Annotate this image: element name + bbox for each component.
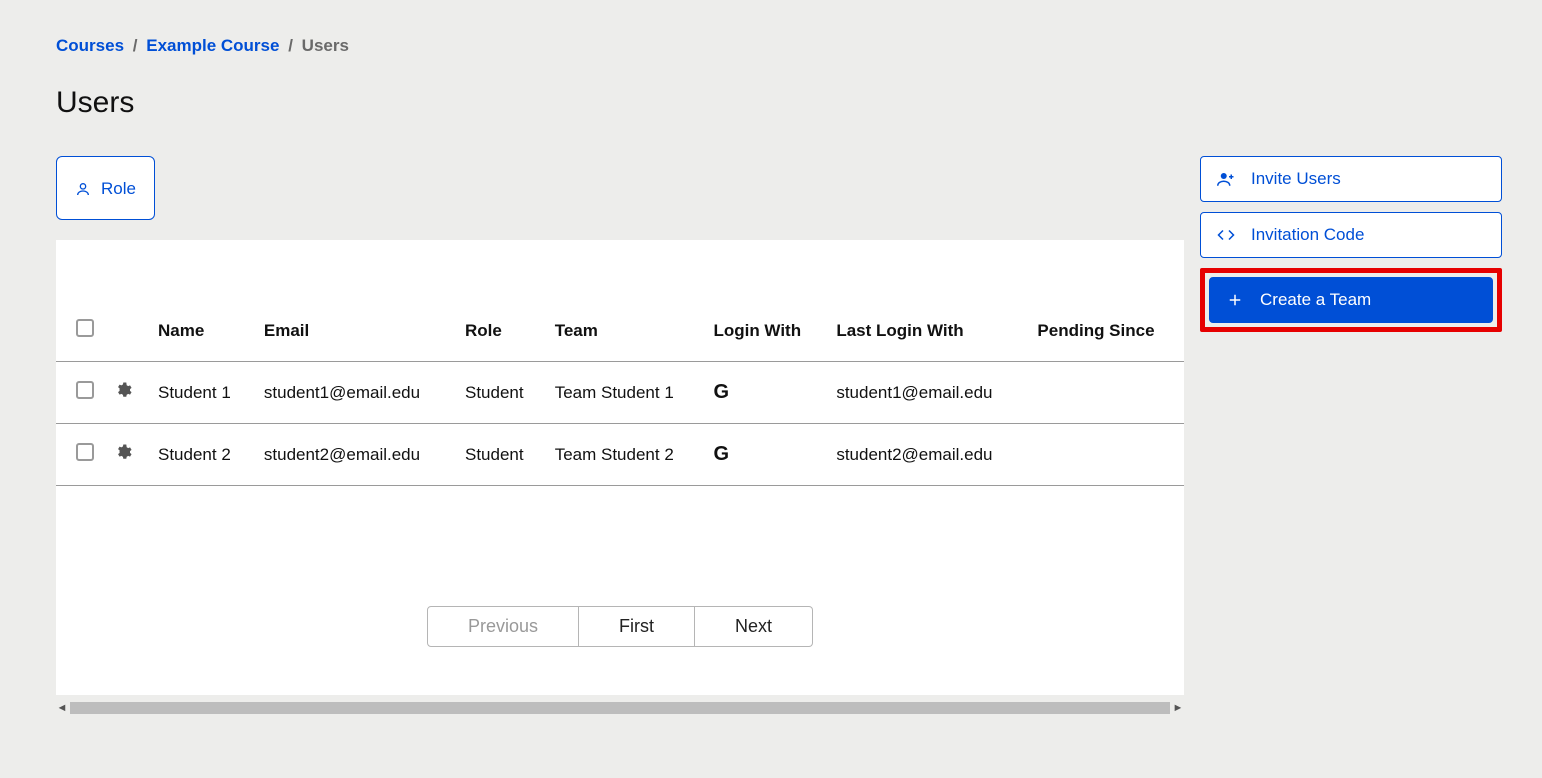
breadcrumb-courses[interactable]: Courses: [56, 36, 124, 55]
breadcrumb-sep: /: [133, 36, 138, 55]
cell-login-with: G: [703, 362, 826, 424]
breadcrumb-sep: /: [288, 36, 293, 55]
col-pending-since: Pending Since: [1027, 300, 1184, 362]
col-last-login-with: Last Login With: [826, 300, 1027, 362]
cell-pending-since: [1027, 362, 1184, 424]
table-header-row: Name Email Role Team Login With Last Log…: [56, 300, 1184, 362]
create-team-button[interactable]: Create a Team: [1209, 277, 1493, 323]
invite-users-label: Invite Users: [1251, 169, 1341, 189]
horizontal-scrollbar[interactable]: ◄ ►: [56, 699, 1184, 717]
cell-team: Team Student 1: [545, 362, 704, 424]
create-team-highlight: Create a Team: [1200, 268, 1502, 332]
breadcrumb-current: Users: [302, 36, 349, 55]
col-team: Team: [545, 300, 704, 362]
row-checkbox[interactable]: [76, 443, 94, 461]
plus-icon: [1226, 291, 1244, 309]
scroll-right-icon[interactable]: ►: [1172, 702, 1184, 714]
page-title: Users: [56, 86, 1502, 120]
users-table: Name Email Role Team Login With Last Log…: [56, 300, 1184, 486]
cell-role: Student: [455, 362, 545, 424]
cell-pending-since: [1027, 424, 1184, 486]
cell-team: Team Student 2: [545, 424, 704, 486]
invitation-code-label: Invitation Code: [1251, 225, 1364, 245]
pagination-next[interactable]: Next: [695, 606, 813, 647]
pagination-previous[interactable]: Previous: [427, 606, 579, 647]
row-checkbox[interactable]: [76, 381, 94, 399]
cell-login-with: G: [703, 424, 826, 486]
code-icon: [1217, 226, 1235, 244]
google-icon: G: [713, 443, 729, 466]
col-role: Role: [455, 300, 545, 362]
col-login-with: Login With: [703, 300, 826, 362]
breadcrumb-course[interactable]: Example Course: [146, 36, 279, 55]
users-card: Name Email Role Team Login With Last Log…: [56, 240, 1184, 695]
table-row: Student 1 student1@email.edu Student Tea…: [56, 362, 1184, 424]
scroll-left-icon[interactable]: ◄: [56, 702, 68, 714]
cell-name: Student 1: [148, 362, 254, 424]
cell-email: student1@email.edu: [254, 362, 455, 424]
scroll-track[interactable]: [70, 702, 1170, 714]
pagination-first[interactable]: First: [579, 606, 695, 647]
gear-icon[interactable]: [114, 446, 132, 465]
col-email: Email: [254, 300, 455, 362]
actions-panel: Invite Users Invitation Code Create a Te…: [1200, 156, 1502, 332]
user-icon: [75, 181, 91, 197]
invitation-code-button[interactable]: Invitation Code: [1200, 212, 1502, 258]
breadcrumb: Courses / Example Course / Users: [56, 36, 1502, 56]
cell-email: student2@email.edu: [254, 424, 455, 486]
cell-last-login-with: student2@email.edu: [826, 424, 1027, 486]
role-filter-button[interactable]: Role: [56, 156, 155, 220]
select-all-checkbox[interactable]: [76, 319, 94, 337]
cell-role: Student: [455, 424, 545, 486]
invite-users-button[interactable]: Invite Users: [1200, 156, 1502, 202]
gear-icon[interactable]: [114, 384, 132, 403]
table-row: Student 2 student2@email.edu Student Tea…: [56, 424, 1184, 486]
role-filter-label: Role: [101, 179, 136, 199]
cell-name: Student 2: [148, 424, 254, 486]
cell-last-login-with: student1@email.edu: [826, 362, 1027, 424]
google-icon: G: [713, 381, 729, 404]
user-plus-icon: [1217, 170, 1235, 188]
create-team-label: Create a Team: [1260, 290, 1371, 310]
col-name: Name: [148, 300, 254, 362]
pagination: Previous First Next: [56, 606, 1184, 647]
